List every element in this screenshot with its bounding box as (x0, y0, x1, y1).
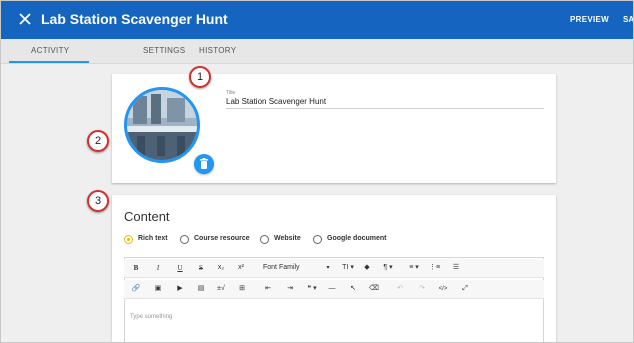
code-view-icon[interactable]: </> (436, 280, 450, 298)
content-heading: Content (124, 209, 170, 224)
radio-label: Course resource (194, 235, 250, 242)
link-icon[interactable]: 🔗 (130, 280, 142, 298)
fullscreen-icon[interactable]: ⤢ (460, 280, 470, 298)
editor-toolbar-row-1: B I U S x₂ x² Font Family ▾ TI ▾ ◆ ¶ ▾ ≡… (124, 259, 544, 278)
align-button[interactable]: ≡ ▾ (405, 259, 423, 277)
close-icon[interactable] (17, 11, 33, 27)
active-tab-indicator (9, 61, 89, 63)
callout-badge: 1 (189, 66, 211, 88)
italic-button[interactable]: I (152, 259, 164, 277)
undo-icon[interactable]: ↶ (395, 280, 405, 298)
font-family-select[interactable]: Font Family (263, 259, 311, 277)
editor-toolbar-row-2: 🔗 ▣ ▶ ▤ ±√ ⊞ ⇤ ⇥ ❝ ▾ — ↖ ⌫ ↶ ↷ </> ⤢ (124, 280, 544, 299)
radio-unselected-icon (260, 235, 269, 244)
radio-selected-icon (124, 235, 133, 244)
activity-image[interactable] (124, 87, 200, 163)
indent-icon[interactable]: ⇥ (284, 280, 296, 298)
redo-icon[interactable]: ↷ (417, 280, 427, 298)
unordered-list-icon[interactable]: ☰ (451, 259, 461, 277)
trash-icon (200, 158, 208, 169)
radio-unselected-icon (180, 235, 189, 244)
text-color-icon[interactable]: ◆ (362, 259, 372, 277)
tab-settings[interactable]: SETTINGS (143, 46, 185, 55)
outdent-icon[interactable]: ⇤ (262, 280, 274, 298)
preview-button[interactable]: PREVIEW (570, 15, 609, 24)
chevron-down-icon[interactable]: ▾ (324, 259, 332, 277)
radio-label: Website (274, 235, 301, 242)
bold-button[interactable]: B (130, 259, 142, 277)
font-size-button[interactable]: TI ▾ (337, 259, 359, 277)
radio-unselected-icon (313, 235, 322, 244)
subscript-button[interactable]: x₂ (215, 259, 227, 277)
tab-activity[interactable]: ACTIVITY (31, 46, 69, 55)
ordered-list-icon[interactable]: ⋮≡ (429, 259, 440, 277)
superscript-button[interactable]: x² (235, 259, 247, 277)
quote-button[interactable]: ❝ ▾ (303, 280, 321, 298)
tab-history[interactable]: HISTORY (199, 46, 236, 55)
lab-photo-image (127, 90, 197, 160)
page-title: Lab Station Scavenger Hunt (41, 11, 228, 27)
strikethrough-button[interactable]: S (195, 259, 207, 277)
title-field-underline (226, 108, 544, 109)
delete-image-button[interactable] (194, 154, 214, 174)
title-field-label: Title (226, 90, 236, 96)
title-field[interactable]: Lab Station Scavenger Hunt (226, 97, 326, 106)
file-icon[interactable]: ▤ (195, 280, 207, 298)
table-icon[interactable]: ⊞ (236, 280, 248, 298)
underline-button[interactable]: U (174, 259, 186, 277)
radio-label: Google document (327, 235, 387, 242)
video-icon[interactable]: ▶ (174, 280, 186, 298)
app-bar: Lab Station Scavenger Hunt PREVIEW SA (1, 1, 633, 39)
select-all-icon[interactable]: ↖ (348, 280, 358, 298)
tab-bar: ACTIVITY SETTINGS HISTORY (1, 39, 633, 64)
editor-placeholder: Type something (130, 314, 173, 320)
save-button[interactable]: SA (623, 15, 633, 24)
math-icon[interactable]: ±√ (214, 280, 228, 298)
callout-badge: 2 (87, 130, 109, 152)
horizontal-line-icon[interactable]: — (327, 280, 337, 298)
app-window: Lab Station Scavenger Hunt PREVIEW SA AC… (0, 0, 634, 343)
clear-formatting-icon[interactable]: ⌫ (369, 280, 379, 298)
radio-label: Rich text (138, 235, 168, 242)
callout-badge: 3 (87, 190, 109, 212)
image-icon[interactable]: ▣ (152, 280, 164, 298)
paragraph-format-button[interactable]: ¶ ▾ (379, 259, 397, 277)
